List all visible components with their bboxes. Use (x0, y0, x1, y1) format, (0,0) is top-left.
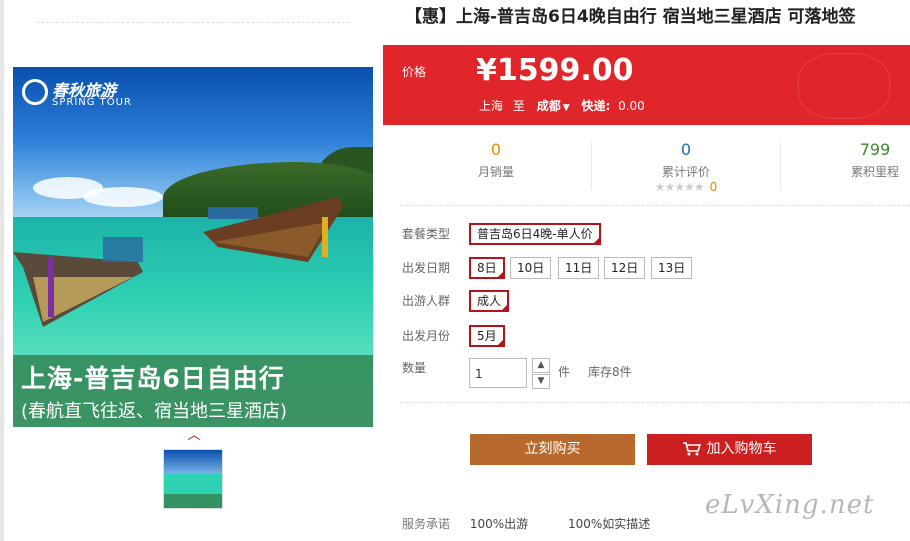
boat-graphic (203, 197, 343, 262)
add-to-cart-label: 加入购物车 (706, 441, 777, 457)
date-choice[interactable]: 8日 (469, 257, 505, 279)
date-choice[interactable]: 10日 (510, 257, 552, 279)
stat-number: 799 (859, 140, 891, 159)
ship-destination: 成都 (536, 99, 561, 113)
boat-graphic (13, 237, 143, 327)
month-choice[interactable]: 5月 (469, 325, 505, 347)
stat-monthly-sales: 0 月销量 (416, 140, 576, 180)
image-caption-sub: (春航直飞往返、宿当地三星酒店) (21, 401, 288, 422)
stat-label: 月销量 (477, 165, 514, 179)
promise-item: 100%出游 (469, 517, 529, 531)
watermark: eLvXing.net (705, 490, 875, 520)
divider (400, 205, 910, 206)
spring-tour-logo: 春秋旅游 SPRING TOUR (22, 77, 142, 113)
logo-mark-icon (22, 79, 48, 105)
date-choice[interactable]: 11日 (558, 257, 600, 279)
divider (400, 402, 910, 403)
rating-stars-icon: ★★★★★ 0 (606, 180, 766, 194)
thumb-caption (164, 494, 222, 508)
stock-info: 库存8件 (588, 365, 632, 379)
ship-to-word: 至 (512, 99, 525, 113)
option-label: 数量 (402, 361, 427, 375)
quantity-unit: 件 (558, 365, 571, 379)
product-gallery: 上海-普吉岛6日自由行 (春航直飞往返、宿当地三星酒店) 春秋旅游 SPRING… (0, 0, 383, 541)
quantity-increase-icon[interactable]: ▲ (532, 358, 550, 373)
cart-icon (682, 442, 701, 456)
quantity-input[interactable]: 1 (469, 358, 527, 388)
logo-text-en: SPRING TOUR (52, 97, 132, 108)
image-cloud (83, 187, 163, 207)
chevron-up-icon[interactable]: ︿ (187, 429, 201, 442)
stat-mileage: 799 累积里程 (795, 140, 910, 180)
stat-divider (591, 142, 592, 190)
option-label: 出发日期 (402, 261, 451, 275)
stat-number: 0 (490, 140, 502, 159)
main-product-image[interactable]: 上海-普吉岛6日自由行 (春航直飞往返、宿当地三星酒店) 春秋旅游 SPRING… (13, 67, 373, 427)
decorative-pattern (798, 53, 890, 119)
stats-bar: 0 月销量 0 累计评价 ★★★★★ 0 799 累积里程 (383, 128, 910, 204)
buy-now-button[interactable]: 立刻购买 (470, 434, 635, 465)
quantity-decrease-icon[interactable]: ▼ (532, 374, 550, 389)
stat-number: 0 (680, 140, 692, 159)
stat-label: 累计评价 (661, 165, 710, 179)
stat-label: 累积里程 (850, 165, 899, 179)
shipping-line: 上海 至 成都 ▼ 快递: 0.00 (479, 97, 645, 114)
rating-count: 0 (709, 180, 718, 194)
stat-divider (780, 142, 781, 190)
date-choice[interactable]: 13日 (651, 257, 693, 279)
service-promise: 服务承诺 100%出游 100%如实描述 (402, 515, 686, 532)
option-package-choice[interactable]: 普吉岛6日4晚-单人价 (469, 223, 601, 245)
stars: ★★★★★ (654, 180, 705, 194)
page-edge (0, 0, 4, 541)
promise-item: 100%如实描述 (567, 517, 651, 531)
option-label: 套餐类型 (402, 227, 451, 241)
image-caption-main: 上海-普吉岛6日自由行 (21, 364, 285, 393)
shipping-value: 0.00 (618, 99, 645, 113)
stat-reviews[interactable]: 0 累计评价 ★★★★★ 0 (606, 140, 766, 194)
promise-label: 服务承诺 (402, 517, 451, 531)
image-thumbnail[interactable] (163, 449, 223, 509)
shipping-label: 快递: (581, 99, 611, 113)
price-value: ¥1599.00 (476, 53, 634, 88)
chevron-down-icon: ▼ (562, 103, 570, 113)
price-panel: 价格 ¥1599.00 上海 至 成都 ▼ 快递: 0.00 (383, 45, 910, 125)
add-to-cart-button[interactable]: 加入购物车 (647, 434, 812, 465)
divider (36, 22, 350, 23)
product-title: 【惠】上海-普吉岛6日4晚自由行 宿当地三星酒店 可落地签 (405, 7, 856, 27)
option-label: 出游人群 (402, 294, 451, 308)
ship-from: 上海 (479, 99, 504, 113)
option-label: 出发月份 (402, 329, 451, 343)
date-choice[interactable]: 12日 (604, 257, 646, 279)
ship-destination-select[interactable]: 成都 ▼ (537, 99, 570, 113)
price-label: 价格 (402, 65, 427, 79)
crowd-choice[interactable]: 成人 (469, 290, 510, 312)
